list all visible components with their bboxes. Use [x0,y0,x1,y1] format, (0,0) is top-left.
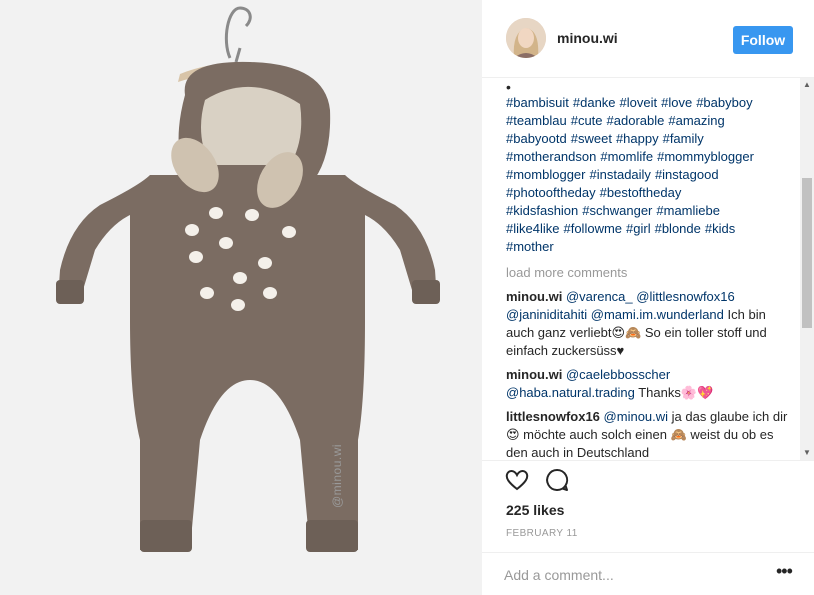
post-header: minou.wi Follow [482,0,814,78]
comment-item: minou.wi @varenca_ @littlesnowfox16 @jan… [506,288,788,360]
caption-bullet: • [506,79,511,95]
hashtag-link[interactable]: #teamblau [506,113,567,128]
more-options-icon[interactable]: ••• [776,561,793,582]
hashtag-link[interactable]: #like4like [506,221,559,236]
likes-count[interactable]: 225 likes [506,502,564,518]
scroll-up-arrow-icon[interactable]: ▲ [800,78,814,92]
hashtag-link[interactable]: #bestoftheday [600,185,682,200]
add-comment-input[interactable] [504,565,764,585]
comment-mention[interactable]: @littlesnowfox16 [636,289,734,304]
hashtag-link[interactable]: #loveit [620,95,658,110]
add-comment-section: ••• [482,552,814,595]
hashtag-link[interactable]: #blonde [655,221,701,236]
hashtag-link[interactable]: #amazing [668,113,724,128]
follow-button[interactable]: Follow [733,26,793,54]
hashtag-link[interactable]: #momblogger [506,167,586,182]
hashtag-link[interactable]: #instadaily [590,167,651,182]
post-image[interactable]: @minou.wi [0,0,482,595]
comment-author[interactable]: minou.wi [506,289,562,304]
hashtag-link[interactable]: #danke [573,95,616,110]
hashtag-link[interactable]: #momlife [600,149,653,164]
post-sidebar: minou.wi Follow • #bambisuit #danke #lovei… [482,0,814,595]
hashtag-link[interactable]: #bambisuit [506,95,569,110]
hashtag-link[interactable]: #kidsfashion [506,203,578,218]
comment-mention[interactable]: @minou.wi [604,409,669,424]
hashtag-link[interactable]: #family [663,131,704,146]
scroll-down-arrow-icon[interactable]: ▼ [800,446,814,460]
hashtag-link[interactable]: #schwanger [582,203,652,218]
comment-item: minou.wi @caelebbosscher @haba.natural.t… [506,366,788,402]
hashtag-link[interactable]: #kids [705,221,735,236]
hashtag-link[interactable]: #photooftheday [506,185,596,200]
hashtag-link[interactable]: #babyboy [696,95,752,110]
comment-mention[interactable]: @mami.im.wunderland [591,307,724,322]
hashtag-link[interactable]: #instagood [655,167,719,182]
comments-scrollbar[interactable]: ▲ ▼ [800,78,814,460]
caption-hashtags: #bambisuit #danke #loveit #love #babyboy #te… [506,94,788,256]
post-actions: 225 likes FEBRUARY 11 [482,460,814,539]
comment-author[interactable]: littlesnowfox16 [506,409,600,424]
avatar[interactable] [506,18,546,58]
hashtag-link[interactable]: #mamliebe [656,203,720,218]
comment-icon[interactable] [544,467,570,493]
comment-text: Thanks🌸💖 [634,385,714,400]
comment-mention[interactable]: @varenca_ [566,289,633,304]
comment-mention[interactable]: @haba.natural.trading [506,385,635,400]
hashtag-link[interactable]: #love [661,95,692,110]
image-watermark: @minou.wi [330,443,344,508]
hashtag-link[interactable]: #followme [563,221,622,236]
heart-icon[interactable] [504,467,530,493]
hashtag-link[interactable]: #motherandson [506,149,596,164]
comment-mention[interactable]: @janiniditahiti [506,307,587,322]
hashtag-link[interactable]: #cute [571,113,603,128]
romper-illustration [56,6,440,552]
load-more-comments-link[interactable]: load more comments [506,264,788,282]
hashtag-link[interactable]: #sweet [571,131,612,146]
avatar-image [506,18,546,58]
hashtag-link[interactable]: #babyootd [506,131,567,146]
hashtag-link[interactable]: #girl [626,221,651,236]
hashtag-link[interactable]: #mommyblogger [657,149,754,164]
scrollbar-thumb[interactable] [802,178,812,328]
hashtag-link[interactable]: #mother [506,239,554,254]
post-date[interactable]: FEBRUARY 11 [506,528,578,539]
hashtag-link[interactable]: #happy [616,131,659,146]
comments-list[interactable]: • #bambisuit #danke #loveit #love #babyboy #… [482,78,798,460]
comment-author[interactable]: minou.wi [506,367,562,382]
hashtag-link[interactable]: #adorable [607,113,665,128]
username[interactable]: minou.wi [557,30,618,46]
comment-mention[interactable]: @caelebbosscher [566,367,670,382]
comment-item: littlesnowfox16 @minou.wi ja das glaube … [506,408,788,460]
